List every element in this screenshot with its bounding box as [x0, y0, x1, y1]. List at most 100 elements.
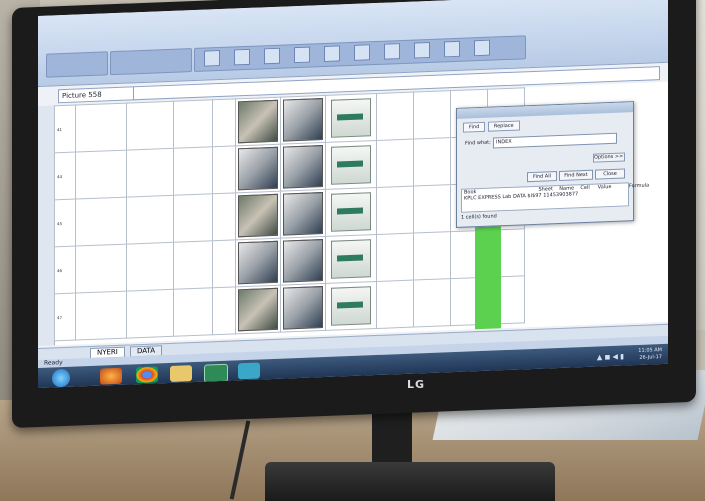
firefox-icon[interactable]: [100, 367, 122, 385]
table-cell[interactable]: [413, 137, 451, 187]
picture-style-icon[interactable]: [204, 50, 220, 67]
table-cell[interactable]: [325, 234, 377, 284]
monitor-stand-neck: [372, 408, 412, 470]
meter-label-image[interactable]: [331, 286, 371, 326]
find-results-list[interactable]: Book Sheet Name Cell Value Formula KPLC …: [461, 182, 649, 213]
site-photo[interactable]: [238, 240, 278, 285]
options-button[interactable]: Options >>: [593, 152, 625, 163]
tab-find[interactable]: Find: [463, 121, 486, 133]
table-cell[interactable]: [376, 139, 414, 188]
table-cell[interactable]: [413, 90, 451, 140]
picture-style-icon[interactable]: [444, 40, 460, 58]
picture-style-icon[interactable]: [234, 48, 250, 66]
site-photo[interactable]: [238, 146, 278, 191]
table-cell[interactable]: [126, 101, 174, 151]
table-cell[interactable]: [212, 145, 236, 194]
table-cell[interactable]: [173, 240, 213, 290]
picture-style-icon[interactable]: [294, 46, 310, 64]
table-cell[interactable]: [126, 289, 174, 339]
meter-label-image[interactable]: [331, 239, 371, 279]
table-cell[interactable]: [75, 244, 127, 294]
table-cell[interactable]: [212, 286, 236, 335]
chrome-icon[interactable]: [136, 366, 158, 384]
table-cell[interactable]: [126, 148, 174, 198]
monitor-logo: LG: [407, 378, 426, 391]
table-cell[interactable]: [280, 95, 326, 145]
monitor-stand-base: [265, 462, 555, 501]
close-button[interactable]: Close: [595, 168, 625, 180]
table-cell[interactable]: [235, 97, 281, 146]
table-cell[interactable]: [173, 99, 213, 149]
table-cell[interactable]: [325, 281, 377, 331]
table-cell[interactable]: [280, 142, 326, 192]
picture-style-icon[interactable]: [414, 41, 430, 59]
table-cell[interactable]: [235, 285, 281, 334]
meter-photo[interactable]: [283, 145, 323, 189]
table-cell[interactable]: [376, 280, 414, 329]
table-cell[interactable]: 45: [54, 199, 76, 247]
row-headers: [38, 105, 55, 346]
system-clock[interactable]: 11:05 AM 26-Jul-17: [638, 347, 662, 362]
find-next-button[interactable]: Find Next: [559, 169, 593, 181]
meter-photo[interactable]: [283, 192, 323, 236]
tab-replace[interactable]: Replace: [487, 120, 520, 132]
table-cell[interactable]: [376, 233, 414, 282]
table-cell[interactable]: [413, 278, 451, 328]
table-cell[interactable]: [75, 291, 127, 341]
site-photo[interactable]: [238, 99, 278, 144]
site-photo[interactable]: [238, 287, 278, 332]
table-cell[interactable]: [126, 195, 174, 245]
dialog-status: 1 cell(s) found: [461, 213, 497, 221]
table-cell[interactable]: [173, 193, 213, 243]
table-cell[interactable]: [325, 187, 377, 237]
table-cell[interactable]: [235, 238, 281, 287]
site-photo[interactable]: [238, 193, 278, 238]
table-cell[interactable]: [376, 92, 414, 141]
app-icon[interactable]: [238, 362, 260, 380]
sheet-table: 41 44 45 46 47: [54, 87, 525, 341]
meter-label-image[interactable]: [331, 98, 371, 138]
table-cell[interactable]: [212, 192, 236, 241]
table-cell[interactable]: [280, 189, 326, 239]
table-cell[interactable]: [413, 184, 451, 234]
table-cell[interactable]: [280, 283, 326, 333]
table-cell[interactable]: [235, 144, 281, 193]
find-replace-dialog[interactable]: Find Replace Find what: INDEX Options >>…: [456, 101, 649, 228]
picture-style-icon[interactable]: [264, 47, 280, 65]
table-cell[interactable]: [325, 93, 377, 143]
table-cell[interactable]: [75, 197, 127, 247]
picture-style-icon[interactable]: [324, 45, 340, 63]
picture-style-icon[interactable]: [474, 39, 490, 57]
table-cell[interactable]: 47: [54, 293, 76, 341]
table-cell[interactable]: 44: [54, 152, 76, 200]
table-cell[interactable]: [173, 287, 213, 337]
find-input[interactable]: INDEX: [493, 132, 617, 149]
windows-start-icon[interactable]: [52, 368, 70, 388]
meter-photo[interactable]: [283, 286, 323, 330]
table-cell[interactable]: [235, 191, 281, 240]
table-cell[interactable]: 41: [54, 105, 76, 153]
find-label: Find what:: [465, 139, 491, 147]
table-cell[interactable]: [75, 150, 127, 200]
table-cell[interactable]: [75, 103, 127, 153]
table-cell[interactable]: [325, 140, 377, 190]
system-tray-icons[interactable]: ▲ ◼ ◀ ▮: [597, 352, 624, 361]
picture-style-icon[interactable]: [384, 43, 400, 60]
table-cell[interactable]: 46: [54, 246, 76, 294]
table-cell[interactable]: [212, 98, 236, 147]
meter-label-image[interactable]: [331, 145, 371, 185]
excel-icon[interactable]: [204, 363, 228, 383]
meter-label-image[interactable]: [331, 192, 371, 232]
table-cell[interactable]: [376, 186, 414, 235]
table-cell[interactable]: [280, 236, 326, 286]
name-box[interactable]: Picture 558: [58, 86, 135, 104]
table-cell[interactable]: [413, 231, 451, 281]
meter-photo[interactable]: [283, 98, 323, 142]
meter-photo[interactable]: [283, 239, 323, 283]
picture-style-icon[interactable]: [354, 44, 370, 61]
table-cell[interactable]: [126, 242, 174, 292]
table-cell[interactable]: [212, 239, 236, 288]
find-all-button[interactable]: Find All: [527, 171, 557, 183]
file-explorer-icon[interactable]: [170, 365, 192, 382]
table-cell[interactable]: [173, 146, 213, 196]
